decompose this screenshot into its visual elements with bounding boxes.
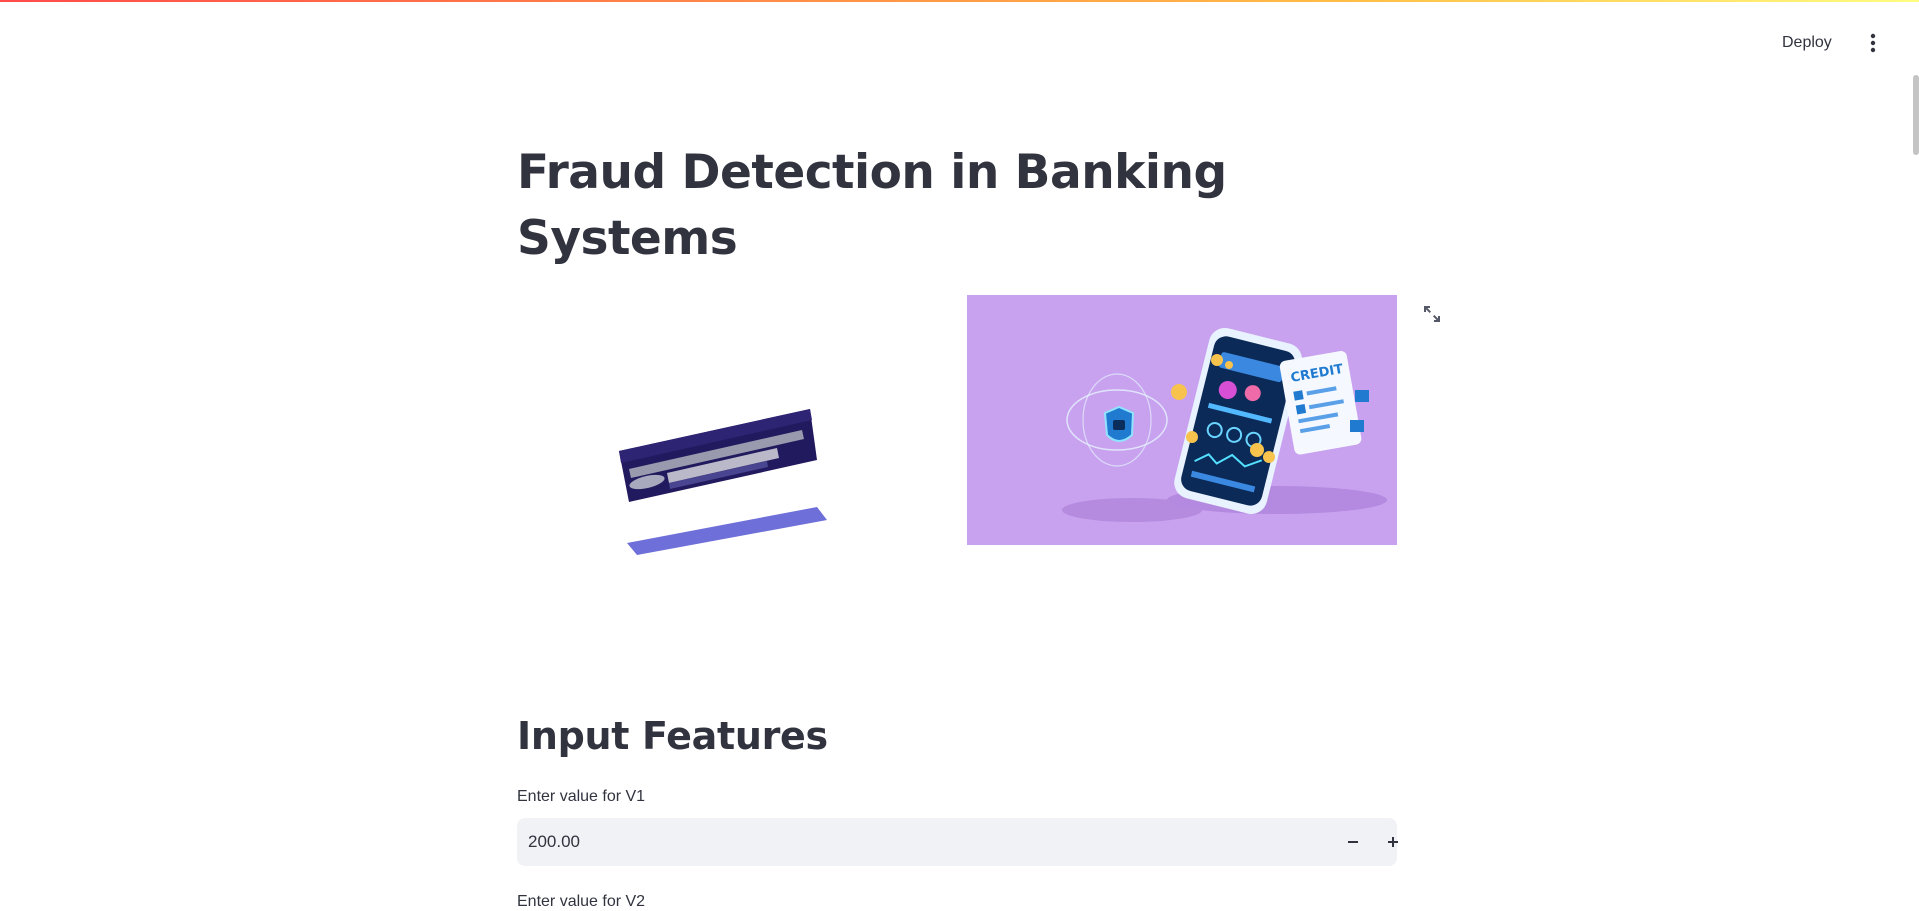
plus-icon — [1388, 837, 1398, 847]
app-header: Deploy — [0, 0, 1919, 84]
page-scrollbar[interactable] — [1913, 75, 1919, 155]
section-heading: Input Features — [517, 714, 828, 758]
minus-icon — [1348, 841, 1358, 843]
fintech-illustration-image: CREDIT — [967, 295, 1397, 545]
image-row: CREDIT — [517, 295, 1440, 585]
main-menu-button[interactable] — [1861, 30, 1885, 56]
credit-card-image — [619, 409, 827, 555]
fullscreen-expand-icon[interactable] — [1421, 303, 1443, 325]
v1-increment-button[interactable] — [1373, 818, 1413, 866]
v1-input-label: Enter value for V1 — [517, 788, 646, 805]
v1-value-field[interactable] — [528, 818, 1308, 866]
kebab-menu-icon — [1870, 33, 1876, 53]
v2-input-label: Enter value for V2 — [517, 893, 646, 910]
deploy-button[interactable]: Deploy — [1774, 30, 1840, 56]
page-title: Fraud Detection in Banking Systems — [517, 145, 1227, 266]
v1-number-input — [517, 818, 1398, 866]
v1-decrement-button[interactable] — [1333, 818, 1373, 866]
